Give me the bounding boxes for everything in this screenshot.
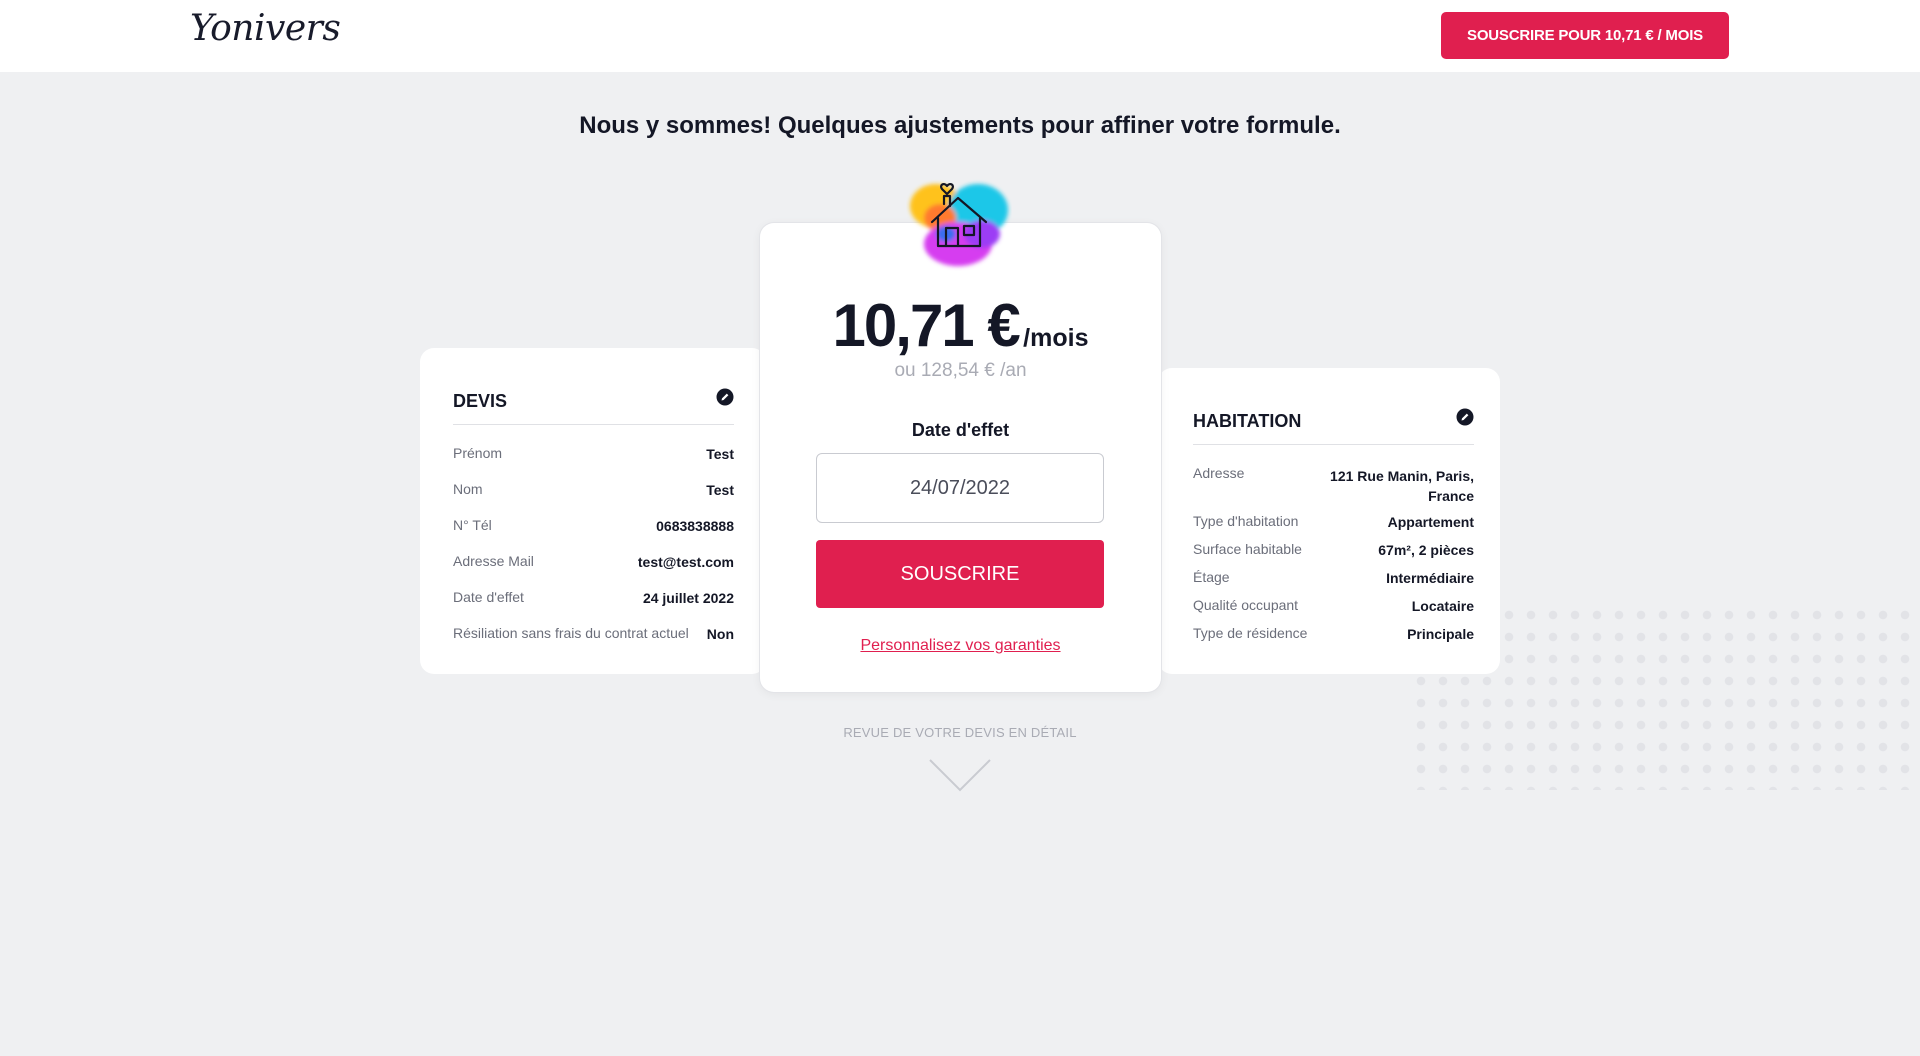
price-period: /mois (1023, 324, 1089, 352)
subscribe-button[interactable]: SOUSCRIRE (816, 540, 1104, 608)
top-header: Yonivers SOUSCRIRE POUR 10,71 € / MOIS (0, 0, 1920, 72)
devis-value: 0683838888 (656, 518, 734, 534)
habitation-card: HABITATION Adresse 121 Rue Manin, Paris,… (1158, 368, 1500, 674)
habitation-label: Étage (1193, 569, 1230, 585)
devis-value: Test (706, 446, 734, 462)
habitation-row-adresse: Adresse 121 Rue Manin, Paris, France (1193, 465, 1474, 505)
devis-label: Adresse Mail (453, 553, 534, 569)
address-line-1: 121 Rue Manin, Paris, (1330, 468, 1474, 484)
yearly-price: ou 128,54 € /an (894, 360, 1027, 381)
habitation-label: Type de résidence (1193, 625, 1308, 641)
date-effet-label: Date d'effet (911, 420, 1010, 440)
devis-label: Nom (453, 481, 483, 497)
habitation-label: Surface habitable (1193, 541, 1302, 557)
devis-divider (453, 424, 734, 425)
devis-value: 24 juillet 2022 (642, 590, 734, 606)
edit-devis-icon[interactable] (716, 388, 734, 406)
habitation-label: Qualité occupant (1193, 597, 1299, 613)
devis-value: test@test.com (637, 554, 734, 570)
pricing-card: 10,71 € /mois ou 128,54 € /an Date d'eff… (760, 223, 1161, 692)
habitation-value: 121 Rue Manin, Paris, France (1330, 466, 1474, 506)
devis-label: N° Tél (453, 517, 492, 533)
devis-card: DEVIS Prénom Test Nom Test N° Tél 068383… (420, 348, 766, 674)
devis-value: Non (706, 626, 734, 642)
devis-label: Prénom (453, 445, 503, 461)
address-line-2: France (1428, 488, 1474, 504)
devis-label: Résiliation sans frais du contrat actuel (453, 625, 689, 641)
page-headline: Nous y sommes! Quelques ajustements pour… (579, 112, 1341, 139)
habitation-divider (1193, 444, 1474, 445)
habitation-value: Intermédiaire (1386, 570, 1474, 586)
date-effet-input[interactable] (816, 453, 1104, 523)
habitation-value: 67m², 2 pièces (1378, 542, 1474, 558)
chevron-down-icon[interactable] (928, 758, 992, 792)
devis-label: Date d'effet (453, 589, 524, 605)
devis-value: Test (706, 482, 734, 498)
price-display: 10,71 € /mois (760, 291, 1161, 360)
customize-guarantees-link[interactable]: Personnalisez vos garanties (760, 637, 1161, 655)
habitation-value: Principale (1407, 626, 1474, 642)
devis-title: DEVIS (453, 391, 508, 411)
house-heart-icon (910, 183, 1008, 266)
habitation-title: HABITATION (1193, 411, 1302, 431)
review-label[interactable]: REVUE DE VOTRE DEVIS EN DÉTAIL (0, 725, 1920, 740)
header-subscribe-button[interactable]: SOUSCRIRE POUR 10,71 € / MOIS (1441, 12, 1729, 59)
habitation-value: Appartement (1387, 514, 1474, 530)
habitation-label: Adresse (1193, 465, 1245, 481)
edit-habitation-icon[interactable] (1456, 408, 1474, 426)
habitation-label: Type d'habitation (1193, 513, 1299, 529)
monthly-price: 10,71 € (832, 292, 1021, 359)
brand-logo[interactable]: Yonivers (190, 8, 341, 49)
habitation-value: Locataire (1411, 598, 1474, 614)
